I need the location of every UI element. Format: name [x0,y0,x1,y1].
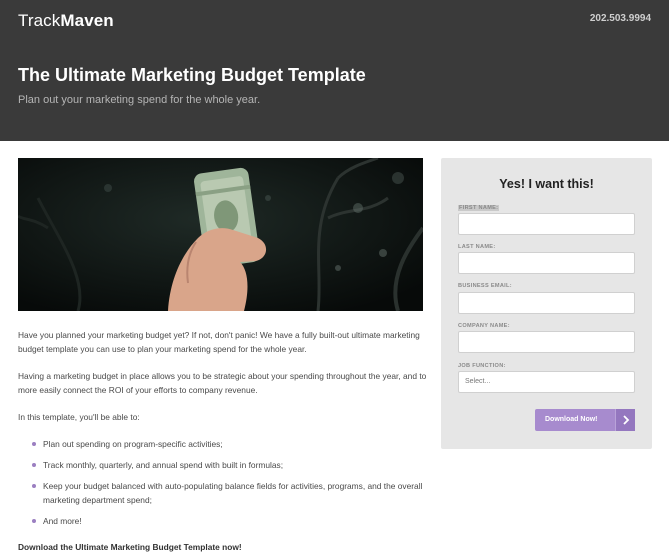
logo-text-bold: Maven [60,11,114,30]
template-intro: In this template, you'll be able to: [18,412,140,422]
first-name-input[interactable] [458,213,635,235]
list-item: And more! [18,514,428,528]
job-function-select[interactable]: Select... [458,371,635,393]
chevron-right-icon [615,409,635,431]
business-email-input[interactable] [458,292,635,314]
page-header: TrackMaven 202.503.9994 The Ultimate Mar… [0,0,669,141]
list-item: Keep your budget balanced with auto-popu… [18,479,428,507]
hero-image [18,158,423,311]
company-name-input[interactable] [458,331,635,353]
form-title: Yes! I want this! [499,177,594,191]
feature-list: Plan out spending on program-specific ac… [18,437,428,528]
last-name-input[interactable] [458,252,635,274]
first-name-label: FIRST NAME: [458,205,500,211]
company-name-label: COMPANY NAME: [458,323,510,329]
logo-text-light: Track [18,11,61,30]
download-now-button[interactable]: Download Now! [535,409,635,431]
list-item: Track monthly, quarterly, and annual spe… [18,458,428,472]
business-email-label: BUSINESS EMAIL: [458,283,512,289]
benefit-paragraph: Having a marketing budget in place allow… [18,371,427,395]
download-cta-text: Download the Ultimate Marketing Budget T… [18,542,242,552]
job-function-selected: Select... [465,378,491,385]
signup-form: Yes! I want this! FIRST NAME: LAST NAME:… [441,158,652,449]
trackmaven-logo[interactable]: TrackMaven [18,11,114,31]
last-name-label: LAST NAME: [458,244,496,250]
phone-number[interactable]: 202.503.9994 [590,13,651,24]
list-item: Plan out spending on program-specific ac… [18,437,428,451]
download-button-label: Download Now! [545,416,598,423]
hand-holding-money-image [18,158,423,311]
body-text: Have you planned your marketing budget y… [18,328,428,558]
page-subtitle: Plan out your marketing spend for the wh… [18,94,261,106]
job-function-label: JOB FUNCTION: [458,363,506,369]
page-title: The Ultimate Marketing Budget Template [18,65,366,85]
intro-paragraph: Have you planned your marketing budget y… [18,330,420,354]
